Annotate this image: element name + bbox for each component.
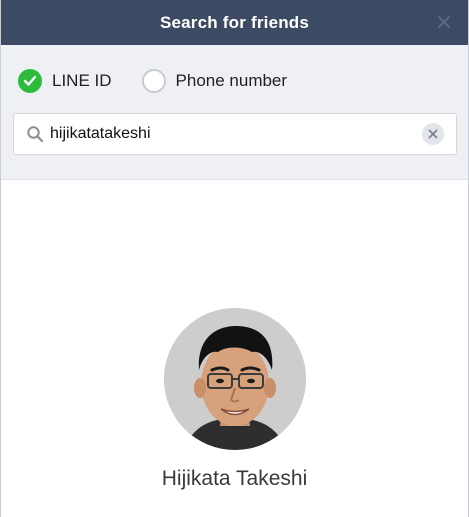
clear-search-button[interactable] bbox=[422, 123, 444, 145]
result-name: Hijikata Takeshi bbox=[161, 467, 308, 490]
option-line-id[interactable]: LINE ID bbox=[18, 69, 112, 93]
radio-unselected[interactable] bbox=[141, 69, 166, 93]
option-label: Phone number bbox=[175, 71, 288, 90]
close-button[interactable] bbox=[432, 10, 456, 34]
window-title: Search for friends bbox=[159, 12, 310, 32]
avatar[interactable] bbox=[163, 308, 306, 450]
close-icon bbox=[438, 16, 450, 28]
radio-selected[interactable] bbox=[18, 69, 42, 93]
search-panel: LINE ID Phone number bbox=[1, 45, 468, 180]
search-result: Hijikata Takeshi bbox=[1, 308, 468, 491]
search-friends-window: Search for friends LINE ID Phone number bbox=[0, 0, 469, 517]
search-box[interactable] bbox=[13, 113, 457, 155]
search-icon bbox=[25, 124, 45, 144]
clear-icon bbox=[428, 129, 438, 139]
title-bar: Search for friends bbox=[1, 0, 468, 45]
option-label: LINE ID bbox=[52, 71, 112, 90]
search-input[interactable] bbox=[50, 125, 422, 143]
option-phone-number[interactable]: Phone number bbox=[141, 69, 288, 93]
check-icon bbox=[23, 75, 37, 86]
search-type-options: LINE ID Phone number bbox=[18, 69, 317, 93]
